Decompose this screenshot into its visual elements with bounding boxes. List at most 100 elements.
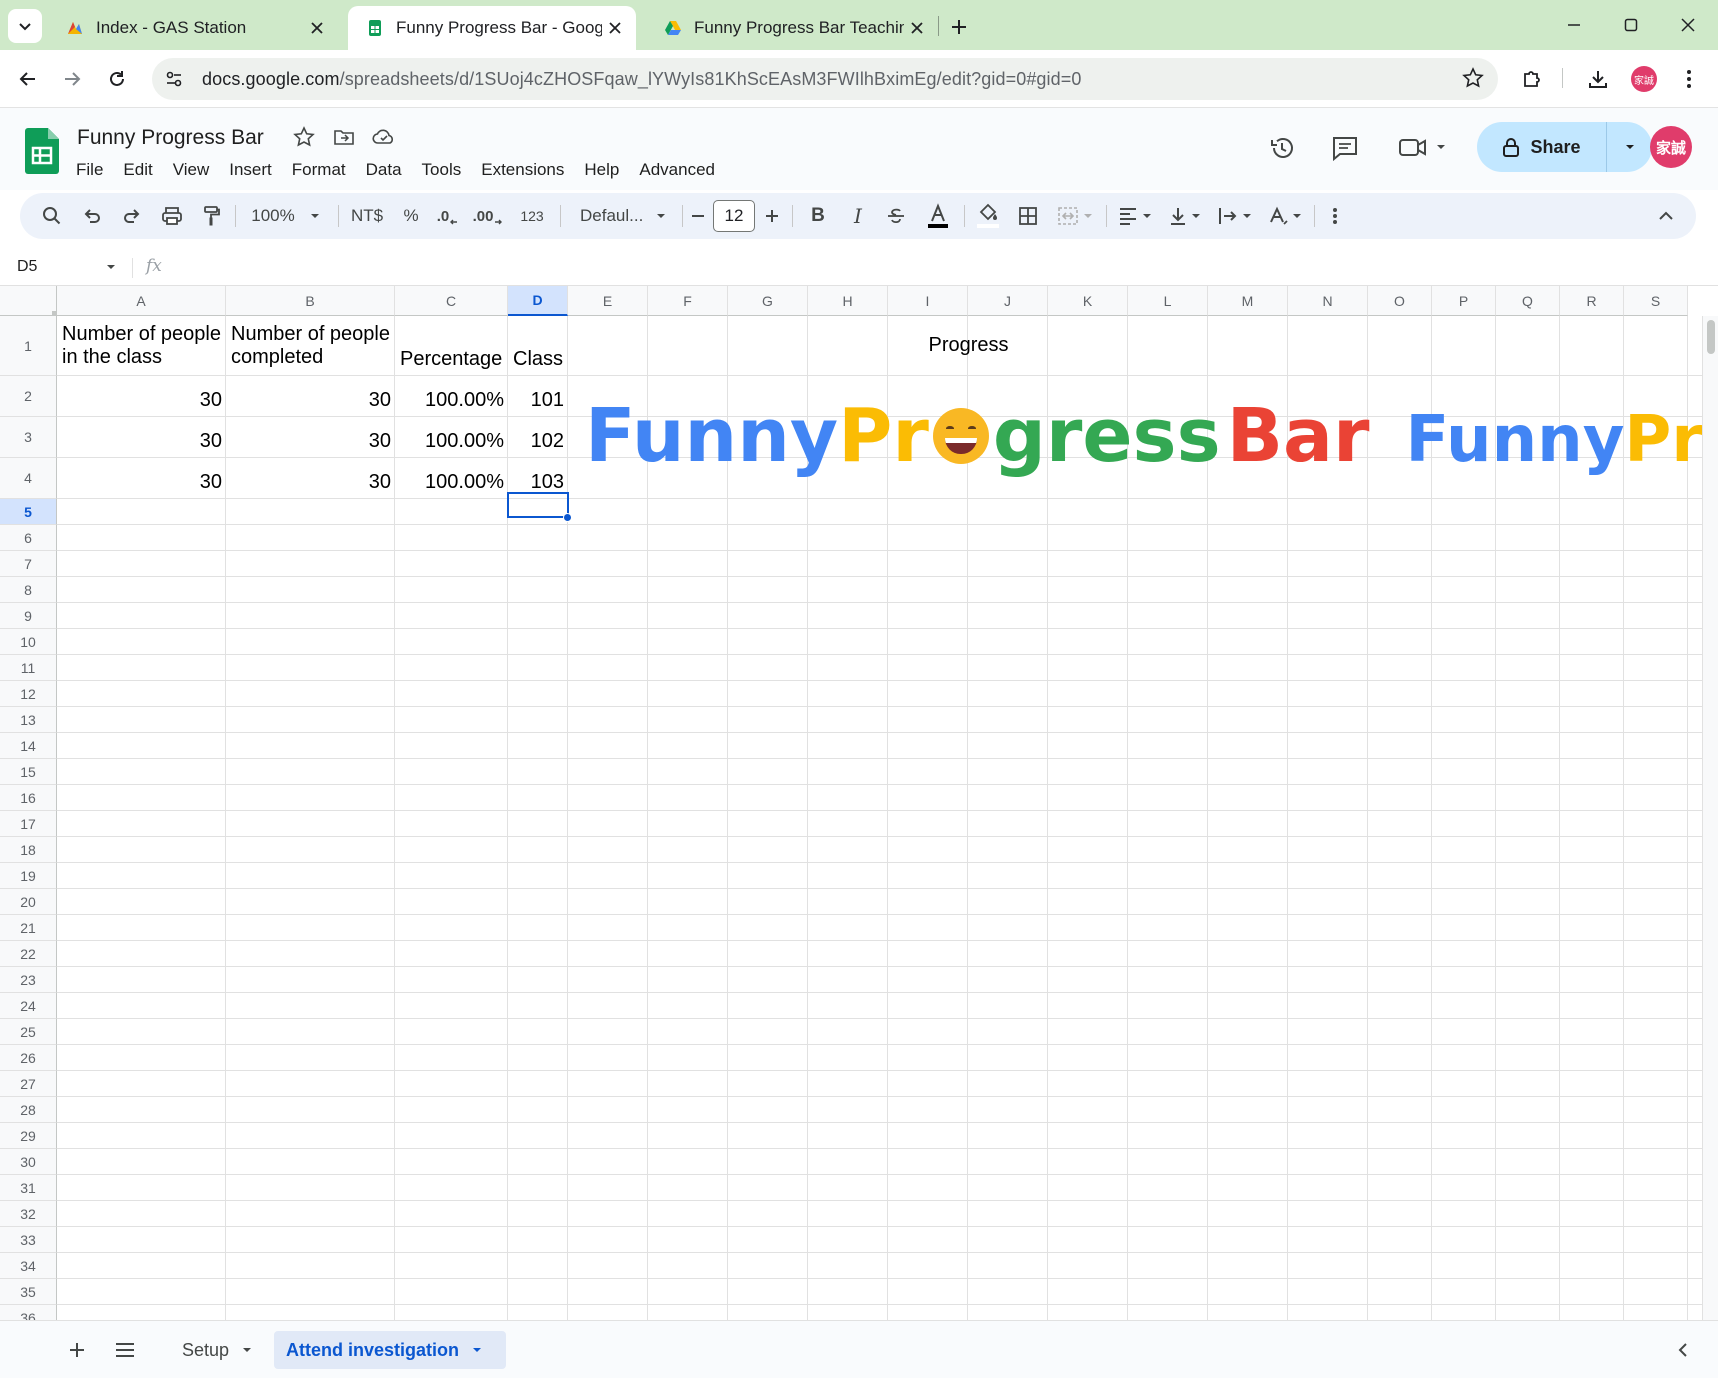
row-header-14[interactable]: 14 [0,733,57,759]
fill-handle[interactable] [563,513,572,522]
reload-button[interactable] [101,63,133,95]
vertical-align-button[interactable] [1162,193,1208,239]
share-dropdown-button[interactable] [1607,122,1652,172]
close-tab-icon[interactable] [304,15,330,41]
cell-D2[interactable]: 101 [509,376,568,416]
add-sheet-button[interactable] [60,1331,94,1369]
column-header-I[interactable]: I [888,286,968,316]
column-header-F[interactable]: F [648,286,728,316]
menu-edit[interactable]: Edit [123,156,162,184]
column-header-M[interactable]: M [1208,286,1288,316]
menu-data[interactable]: Data [366,156,412,184]
version-history-icon[interactable] [1268,134,1296,162]
row-header-26[interactable]: 26 [0,1045,57,1071]
vertical-scrollbar[interactable] [1702,316,1718,1320]
site-info-button[interactable] [158,63,190,95]
row-header-23[interactable]: 23 [0,967,57,993]
search-menus-button[interactable] [34,193,70,239]
strikethrough-button[interactable] [878,193,914,239]
row-header-36[interactable]: 36 [0,1305,57,1320]
star-icon[interactable] [293,126,315,148]
progress-banner-image[interactable]: FunnyPr gressBar FunnyPr [585,376,1703,496]
row-header-2[interactable]: 2 [0,376,57,417]
horizontal-align-button[interactable] [1112,193,1158,239]
row-header-35[interactable]: 35 [0,1279,57,1305]
row-header-28[interactable]: 28 [0,1097,57,1123]
browser-tab-funny-progress-bar[interactable]: Funny Progress Bar - Google S [348,6,636,50]
browser-tab-teaching[interactable]: Funny Progress Bar Teaching - [646,6,938,50]
menu-tools[interactable]: Tools [422,156,472,184]
menu-insert[interactable]: Insert [229,156,282,184]
column-header-D[interactable]: D [508,286,568,316]
tab-search-button[interactable] [8,9,42,43]
column-header-Q[interactable]: Q [1496,286,1560,316]
column-header-R[interactable]: R [1560,286,1624,316]
text-rotation-button[interactable] [1262,193,1308,239]
menu-advanced[interactable]: Advanced [639,156,725,184]
cell-A3[interactable]: 30 [58,417,226,457]
row-header-8[interactable]: 8 [0,577,57,603]
forward-button[interactable] [56,63,88,95]
menu-extensions[interactable]: Extensions [481,156,574,184]
select-all-corner[interactable] [0,286,57,316]
back-button[interactable] [12,63,44,95]
browser-tab-gas-station[interactable]: Index - GAS Station [48,6,338,50]
row-header-5[interactable]: 5 [0,499,57,525]
fill-color-button[interactable] [970,193,1006,239]
italic-button[interactable]: I [840,193,876,239]
menu-view[interactable]: View [173,156,220,184]
cell-A1[interactable]: Number of people in the class [58,316,226,375]
doc-title[interactable]: Funny Progress Bar [77,126,264,150]
more-formats-button[interactable]: 123 [510,193,554,239]
borders-button[interactable] [1010,193,1046,239]
cell-A4[interactable]: 30 [58,458,226,498]
percent-format-button[interactable]: % [396,193,426,239]
row-header-11[interactable]: 11 [0,655,57,681]
menu-format[interactable]: Format [292,156,356,184]
merge-cells-button[interactable] [1050,193,1100,239]
formula-input[interactable] [180,258,1680,280]
column-header-K[interactable]: K [1048,286,1128,316]
close-tab-icon[interactable] [602,15,628,41]
row-header-10[interactable]: 10 [0,629,57,655]
comments-icon[interactable] [1331,135,1359,161]
column-header-J[interactable]: J [968,286,1048,316]
text-wrapping-button[interactable] [1212,193,1258,239]
menu-file[interactable]: File [76,156,113,184]
row-header-18[interactable]: 18 [0,837,57,863]
menu-help[interactable]: Help [584,156,629,184]
extensions-button[interactable] [1516,63,1548,95]
column-header-G[interactable]: G [728,286,808,316]
text-color-button[interactable] [918,193,958,239]
increase-font-size-button[interactable] [758,193,786,239]
minimize-button[interactable] [1557,10,1591,40]
cell-D3[interactable]: 102 [509,417,568,457]
cell-C2[interactable]: 100.00% [396,376,508,416]
close-window-button[interactable] [1671,10,1705,40]
column-header-P[interactable]: P [1432,286,1496,316]
vertical-scroll-thumb[interactable] [1707,320,1715,354]
row-header-27[interactable]: 27 [0,1071,57,1097]
decrease-decimal-button[interactable]: .0 [428,193,468,239]
cell-B2[interactable]: 30 [227,376,395,416]
print-button[interactable] [154,193,190,239]
cell-B4[interactable]: 30 [227,458,395,498]
row-header-13[interactable]: 13 [0,707,57,733]
row-header-25[interactable]: 25 [0,1019,57,1045]
column-header-A[interactable]: A [57,286,226,316]
spreadsheet-grid[interactable]: ABCDEFGHIJKLMNOPQRS 1 2 3 4 5 6 7 8 9 10 11 12 13 14 1… [0,286,1718,1320]
hide-menus-button[interactable] [1648,193,1684,239]
row-header-3[interactable]: 3 [0,417,57,458]
row-header-31[interactable]: 31 [0,1175,57,1201]
cell-C3[interactable]: 100.00% [396,417,508,457]
row-header-4[interactable]: 4 [0,458,57,499]
close-tab-icon[interactable] [904,15,930,41]
row-header-20[interactable]: 20 [0,889,57,915]
column-header-H[interactable]: H [808,286,888,316]
sheets-logo-icon[interactable] [25,128,59,174]
column-header-S[interactable]: S [1624,286,1688,316]
meet-button[interactable] [1398,135,1448,159]
row-header-21[interactable]: 21 [0,915,57,941]
row-header-17[interactable]: 17 [0,811,57,837]
redo-button[interactable] [114,193,150,239]
